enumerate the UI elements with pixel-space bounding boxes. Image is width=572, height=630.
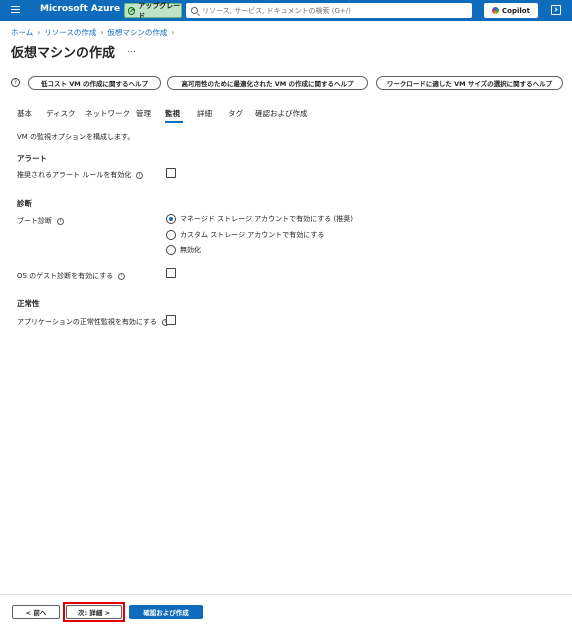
page-title: 仮想マシンの作成 <box>11 46 116 61</box>
active-tab-indicator <box>165 121 183 123</box>
alert-rules-checkbox[interactable] <box>166 168 176 178</box>
radio-button[interactable] <box>166 245 176 255</box>
boot-diagnostics-label-text: ブート診断 <box>17 217 52 225</box>
upgrade-button[interactable]: アップグレード <box>124 1 182 20</box>
previous-button[interactable]: < 前へ <box>12 605 60 619</box>
info-icon[interactable]: i <box>118 272 126 280</box>
radio-disable-label: 無効化 <box>180 246 201 254</box>
page-description: VM の監視オプションを構成します。 <box>17 133 135 141</box>
help-row: ? 低コスト VM の作成に関するヘルプ 高可用性のために最適化された VM の… <box>11 76 563 90</box>
app-health-checkbox[interactable] <box>166 315 176 325</box>
upgrade-label: アップグレード <box>138 1 181 20</box>
tab-disks[interactable]: ディスク <box>46 108 75 119</box>
section-alerts: アラート <box>17 154 47 163</box>
upgrade-icon <box>128 6 136 15</box>
footer-divider <box>0 594 572 595</box>
review-create-button[interactable]: 確認および作成 <box>129 605 203 619</box>
tab-advanced[interactable]: 詳細 <box>197 108 212 119</box>
radio-custom-storage[interactable]: カスタム ストレージ アカウントで有効にする <box>166 230 324 240</box>
cloud-shell-icon[interactable] <box>551 5 561 15</box>
app-health-label-text: アプリケーションの正常性監視を有効にする <box>17 318 157 326</box>
os-guest-diagnostics-checkbox[interactable] <box>166 268 176 278</box>
radio-button[interactable] <box>166 230 176 240</box>
tab-tags[interactable]: タグ <box>228 108 243 119</box>
section-health: 正常性 <box>17 299 40 308</box>
radio-managed-storage-label: マネージド ストレージ アカウントで有効にする (推奨) <box>180 215 353 223</box>
brand-title[interactable]: Microsoft Azure <box>40 4 120 14</box>
tab-networking[interactable]: ネットワーク <box>85 108 130 119</box>
breadcrumb-create-vm[interactable]: 仮想マシンの作成 <box>107 27 167 38</box>
more-options-icon[interactable]: … <box>127 45 137 55</box>
help-vm-size-button[interactable]: ワークロードに適した VM サイズの選択に関するヘルプ <box>376 76 563 90</box>
os-guest-diagnostics-label: OS のゲスト診断を有効にする i <box>17 271 126 281</box>
radio-disable[interactable]: 無効化 <box>166 245 201 255</box>
section-diagnostics: 診断 <box>17 199 32 208</box>
next-button-highlight <box>63 602 125 622</box>
copilot-icon <box>492 7 500 14</box>
help-icon: ? <box>11 78 20 87</box>
top-bar: Microsoft Azure アップグレード リソース, サービス, ドキュメ… <box>0 0 572 21</box>
search-input[interactable]: リソース, サービス, ドキュメントの検索 (G+/) <box>186 3 472 18</box>
menu-icon[interactable] <box>10 4 22 16</box>
alert-rules-label-text: 推奨されるアラート ルールを有効化 <box>17 171 132 179</box>
tab-review-create[interactable]: 確認および作成 <box>255 108 308 119</box>
breadcrumb: ホーム › リソースの作成 › 仮想マシンの作成 › <box>11 27 178 38</box>
help-low-cost-button[interactable]: 低コスト VM の作成に関するヘルプ <box>28 76 161 90</box>
breadcrumb-home[interactable]: ホーム <box>11 27 33 38</box>
search-placeholder: リソース, サービス, ドキュメントの検索 (G+/) <box>202 6 351 15</box>
tab-management[interactable]: 管理 <box>136 108 151 119</box>
breadcrumb-create-resource[interactable]: リソースの作成 <box>44 27 96 38</box>
app-health-label: アプリケーションの正常性監視を有効にする i <box>17 317 169 327</box>
radio-managed-storage[interactable]: マネージド ストレージ アカウントで有効にする (推奨) <box>166 214 353 224</box>
search-icon <box>191 7 198 14</box>
copilot-label: Copilot <box>502 6 530 15</box>
chevron-right-icon: › <box>37 28 41 37</box>
info-icon[interactable]: i <box>136 171 144 179</box>
tab-monitoring[interactable]: 監視 <box>165 108 180 119</box>
radio-button-selected[interactable] <box>166 214 176 224</box>
boot-diagnostics-label: ブート診断 i <box>17 216 64 226</box>
info-icon[interactable]: i <box>57 217 64 225</box>
os-guest-diagnostics-label-text: OS のゲスト診断を有効にする <box>17 272 114 280</box>
chevron-right-icon: › <box>171 28 175 37</box>
help-high-availability-button[interactable]: 高可用性のために最適化された VM の作成に関するヘルプ <box>167 76 368 90</box>
radio-custom-storage-label: カスタム ストレージ アカウントで有効にする <box>180 231 325 239</box>
tab-basics[interactable]: 基本 <box>17 108 32 119</box>
copilot-button[interactable]: Copilot <box>484 3 538 18</box>
chevron-right-icon: › <box>100 28 104 37</box>
alert-rules-label: 推奨されるアラート ルールを有効化 i <box>17 170 144 180</box>
